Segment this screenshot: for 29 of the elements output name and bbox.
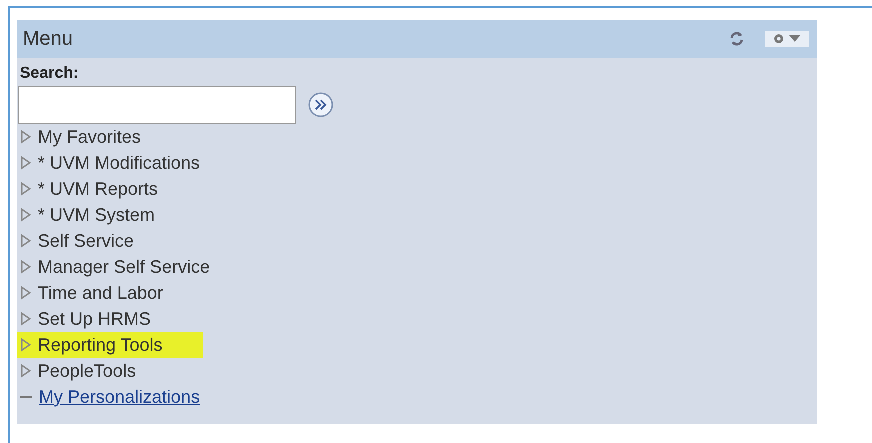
panel-title: Menu (23, 27, 74, 52)
expand-icon[interactable] (20, 312, 32, 326)
menu-link[interactable]: My Personalizations (39, 384, 200, 410)
menu-item[interactable]: Reporting Tools (38, 332, 177, 358)
menu-item[interactable]: My Favorites (38, 124, 156, 150)
menu-item[interactable]: PeopleTools (38, 358, 150, 384)
expand-icon[interactable] (20, 156, 32, 170)
menu-item[interactable]: Manager Self Service (38, 254, 224, 280)
menu-item[interactable]: Self Service (38, 228, 148, 254)
menu-item[interactable]: * UVM Reports (38, 176, 172, 202)
caret-icon (789, 35, 801, 43)
menu-item[interactable]: * UVM System (38, 202, 170, 228)
expand-icon[interactable] (20, 286, 32, 300)
expand-icon[interactable] (20, 364, 32, 378)
expand-icon[interactable] (20, 208, 32, 222)
gear-icon (773, 33, 785, 45)
search-button[interactable] (308, 92, 334, 118)
expand-icon[interactable] (20, 130, 32, 144)
settings-button[interactable] (765, 31, 809, 47)
menu-item[interactable]: * UVM Modifications (38, 150, 214, 176)
menu-item[interactable]: Time and Labor (38, 280, 178, 306)
search-field[interactable] (18, 86, 296, 124)
refresh-icon[interactable] (729, 31, 745, 47)
expand-icon[interactable] (20, 338, 32, 352)
search-label: Search: (19, 64, 80, 84)
expand-icon[interactable] (20, 182, 32, 196)
expand-icon[interactable] (20, 234, 32, 248)
menu-item[interactable]: Set Up HRMS (38, 306, 166, 332)
expand-icon[interactable] (20, 260, 32, 274)
